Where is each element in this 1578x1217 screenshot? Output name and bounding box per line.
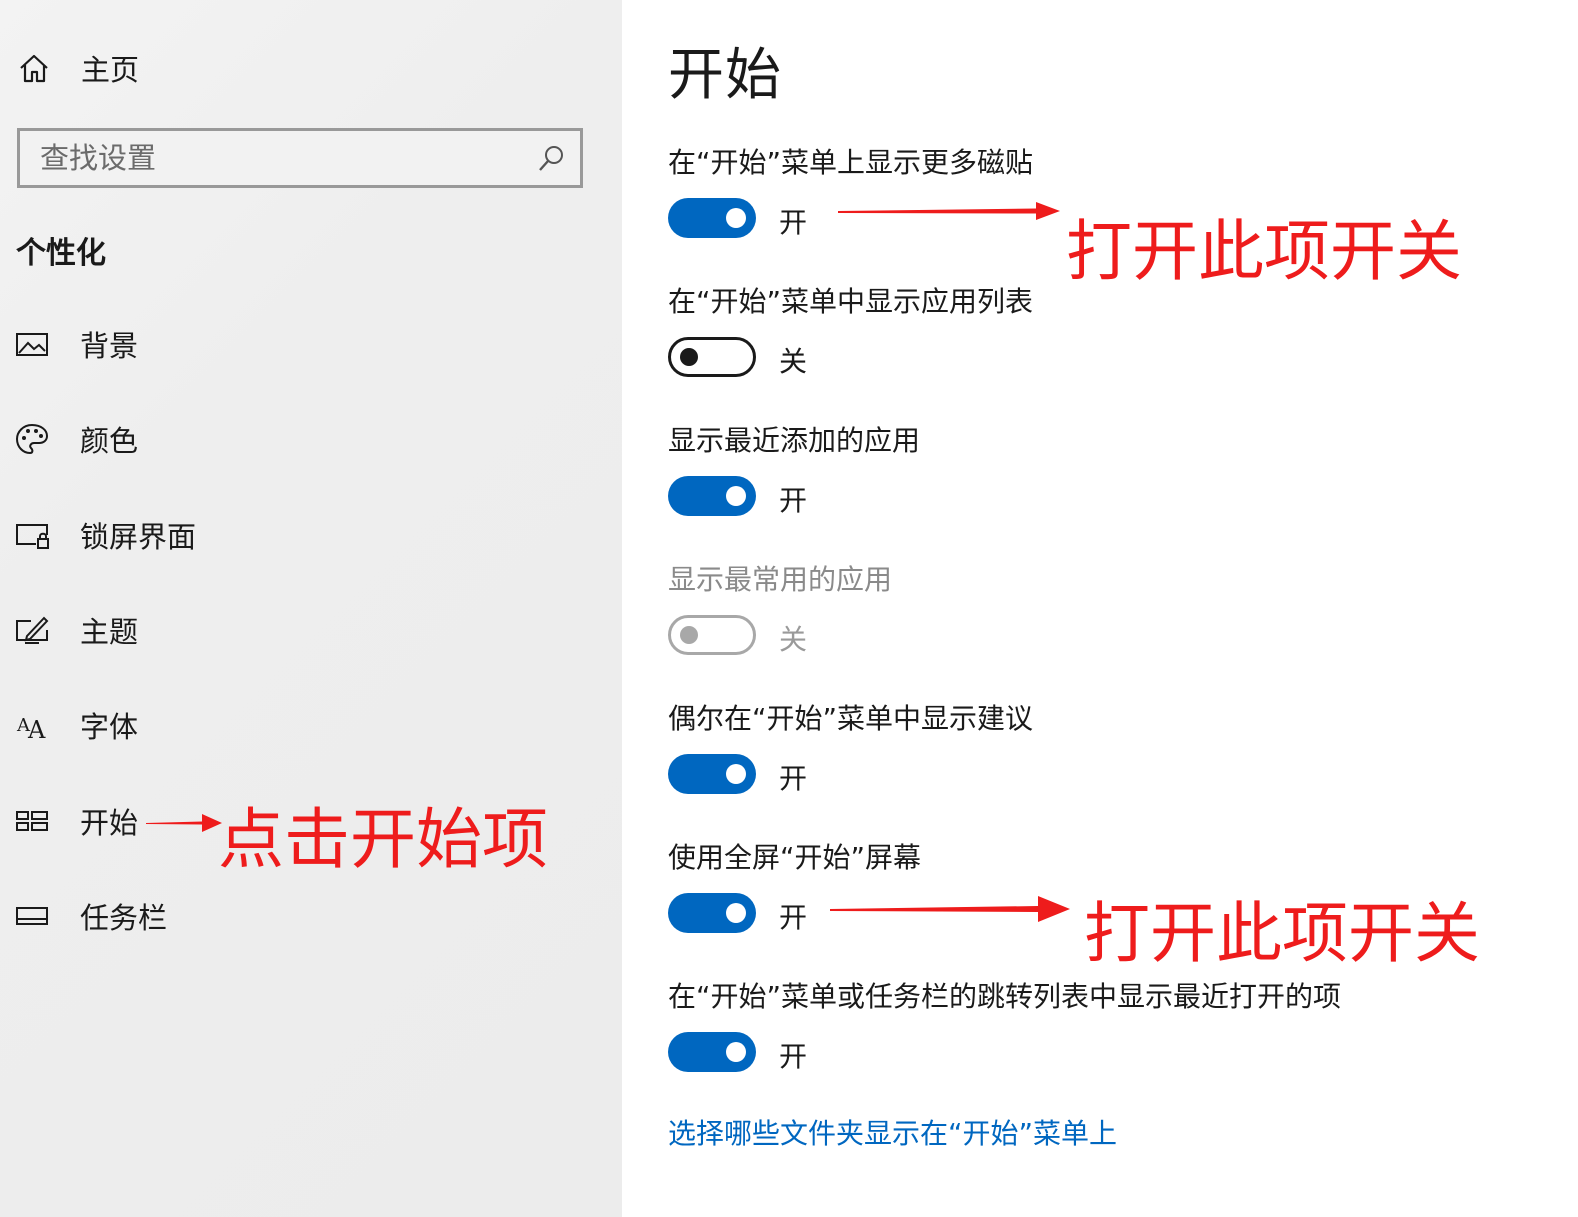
toggle-full-screen[interactable] [668, 893, 756, 933]
sidebar-item-themes[interactable]: 主题 [14, 602, 138, 658]
annotation-arrow-start [146, 814, 222, 832]
annotation-arrow-1 [838, 202, 1060, 220]
sidebar-item-background[interactable]: 背景 [14, 316, 138, 372]
search-box[interactable] [17, 128, 583, 188]
toggle-knob [726, 208, 746, 228]
state-text: 开 [779, 484, 808, 517]
svg-text:A: A [27, 716, 46, 743]
toggle-knob [726, 486, 746, 506]
theme-icon [14, 612, 50, 648]
annotation-click-start: 点击开始项 [218, 801, 548, 878]
sidebar-item-label: 颜色 [80, 424, 139, 458]
taskbar-icon [14, 898, 50, 934]
sidebar-item-label: 开始 [80, 806, 139, 840]
picture-icon [14, 326, 50, 362]
setting-label-full-screen: 使用全屏“开始”屏幕 [668, 841, 922, 874]
section-title: 个性化 [16, 236, 106, 271]
start-icon [14, 803, 50, 839]
sidebar-item-colors[interactable]: 颜色 [14, 411, 138, 467]
toggle-knob [680, 348, 698, 366]
toggle-suggestions[interactable] [668, 754, 756, 794]
toggle-knob [726, 903, 746, 923]
sidebar: 主页 个性化 背景 颜色 锁屏界面 主题 AA 字体 [0, 0, 622, 1217]
main-content: 开始 在“开始”菜单上显示更多磁贴 开 在“开始”菜单中显示应用列表 关 显示最… [622, 0, 1578, 1217]
search-icon[interactable] [536, 144, 566, 174]
setting-label-suggestions: 偶尔在“开始”菜单中显示建议 [668, 702, 1034, 735]
toggle-recent-apps[interactable] [668, 476, 756, 516]
sidebar-item-fonts[interactable]: AA 字体 [14, 697, 138, 753]
toggle-knob [726, 764, 746, 784]
sidebar-item-label: 任务栏 [80, 901, 168, 935]
setting-label-most-used: 显示最常用的应用 [668, 563, 893, 596]
setting-label-more-tiles: 在“开始”菜单上显示更多磁贴 [668, 146, 1034, 179]
search-input[interactable] [40, 139, 510, 177]
state-text: 开 [779, 206, 808, 239]
toggle-knob [726, 1042, 746, 1062]
sidebar-item-label: 背景 [80, 329, 139, 363]
state-text: 开 [779, 901, 808, 934]
choose-folders-link[interactable]: 选择哪些文件夹显示在“开始”菜单上 [668, 1112, 1117, 1152]
setting-label-recent-items: 在“开始”菜单或任务栏的跳转列表中显示最近打开的项 [668, 980, 1342, 1013]
sidebar-item-lock-screen[interactable]: 锁屏界面 [14, 507, 196, 563]
home-label: 主页 [81, 53, 140, 87]
palette-icon [14, 421, 50, 457]
lock-screen-icon [14, 517, 50, 553]
sidebar-item-label: 字体 [80, 710, 139, 744]
sidebar-item-taskbar[interactable]: 任务栏 [14, 888, 167, 944]
state-text: 关 [779, 345, 808, 378]
state-text: 关 [779, 623, 808, 656]
annotation-enable-1: 打开此项开关 [1066, 213, 1462, 290]
page-title: 开始 [668, 43, 782, 108]
font-icon: AA [14, 707, 50, 743]
annotation-arrow-2 [830, 896, 1070, 922]
home-icon [16, 50, 52, 86]
nav-home[interactable]: 主页 [16, 42, 139, 94]
toggle-knob [680, 626, 698, 644]
setting-label-recent-apps: 显示最近添加的应用 [668, 424, 921, 457]
setting-label-app-list: 在“开始”菜单中显示应用列表 [668, 285, 1034, 318]
toggle-recent-items[interactable] [668, 1032, 756, 1072]
state-text: 开 [779, 1040, 808, 1073]
toggle-app-list[interactable] [668, 337, 756, 377]
state-text: 开 [779, 762, 808, 795]
toggle-more-tiles[interactable] [668, 198, 756, 238]
annotation-enable-2: 打开此项开关 [1084, 895, 1480, 972]
sidebar-item-label: 主题 [80, 615, 139, 649]
toggle-most-used [668, 615, 756, 655]
sidebar-item-start[interactable]: 开始 [14, 793, 138, 849]
sidebar-item-label: 锁屏界面 [80, 520, 197, 554]
